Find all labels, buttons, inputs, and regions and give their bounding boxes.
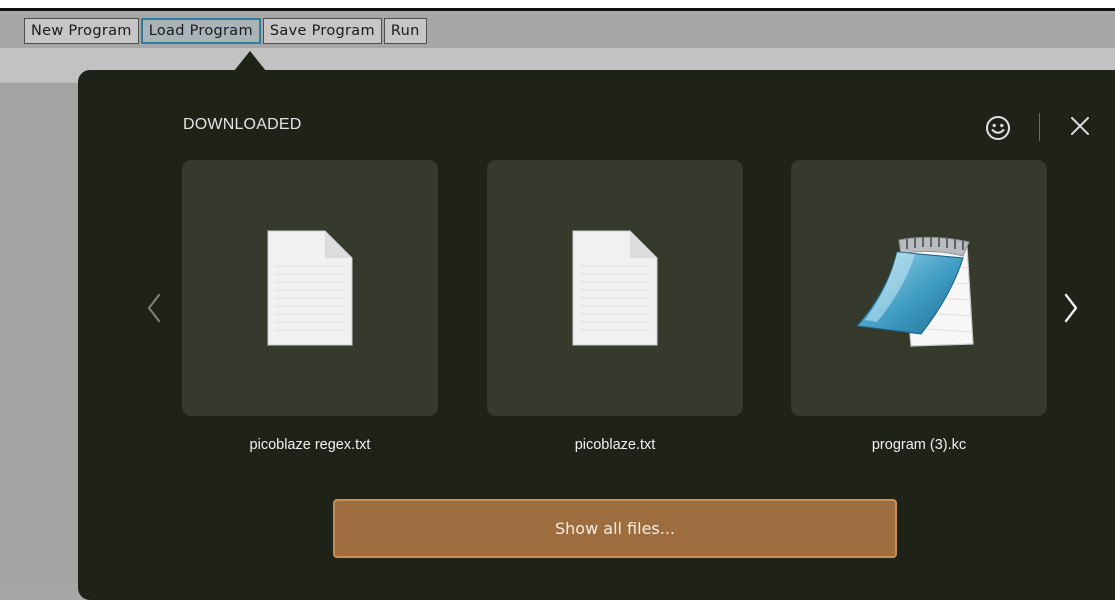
- file-name-3[interactable]: program (3).kc: [791, 437, 1047, 453]
- file-name-1[interactable]: picoblaze regex.txt: [182, 437, 438, 453]
- save-program-button[interactable]: Save Program: [262, 18, 382, 44]
- run-button[interactable]: Run: [383, 18, 427, 44]
- close-icon[interactable]: [1070, 116, 1090, 136]
- load-program-button[interactable]: Load Program: [140, 18, 261, 44]
- file-name-2[interactable]: picoblaze.txt: [487, 437, 743, 453]
- window-top-border: [0, 8, 1115, 11]
- smiley-icon[interactable]: [985, 115, 1011, 141]
- downloads-heading: DOWNLOADED: [183, 116, 302, 133]
- show-all-files-button[interactable]: Show all files...: [333, 499, 897, 558]
- toolbar: New Program Load Program Save Program Ru…: [24, 18, 429, 44]
- chevron-right-icon[interactable]: [1063, 293, 1079, 323]
- file-card-1[interactable]: [182, 160, 438, 416]
- notepad-icon: [855, 236, 974, 347]
- file-card-3[interactable]: [791, 160, 1047, 416]
- text-file-icon: [572, 230, 658, 346]
- chevron-left-icon[interactable]: [146, 293, 162, 323]
- new-program-button[interactable]: New Program: [24, 18, 139, 44]
- flyout-pointer: [234, 51, 266, 71]
- text-file-icon: [267, 230, 353, 346]
- header-divider: [1039, 113, 1040, 141]
- file-card-2[interactable]: [487, 160, 743, 416]
